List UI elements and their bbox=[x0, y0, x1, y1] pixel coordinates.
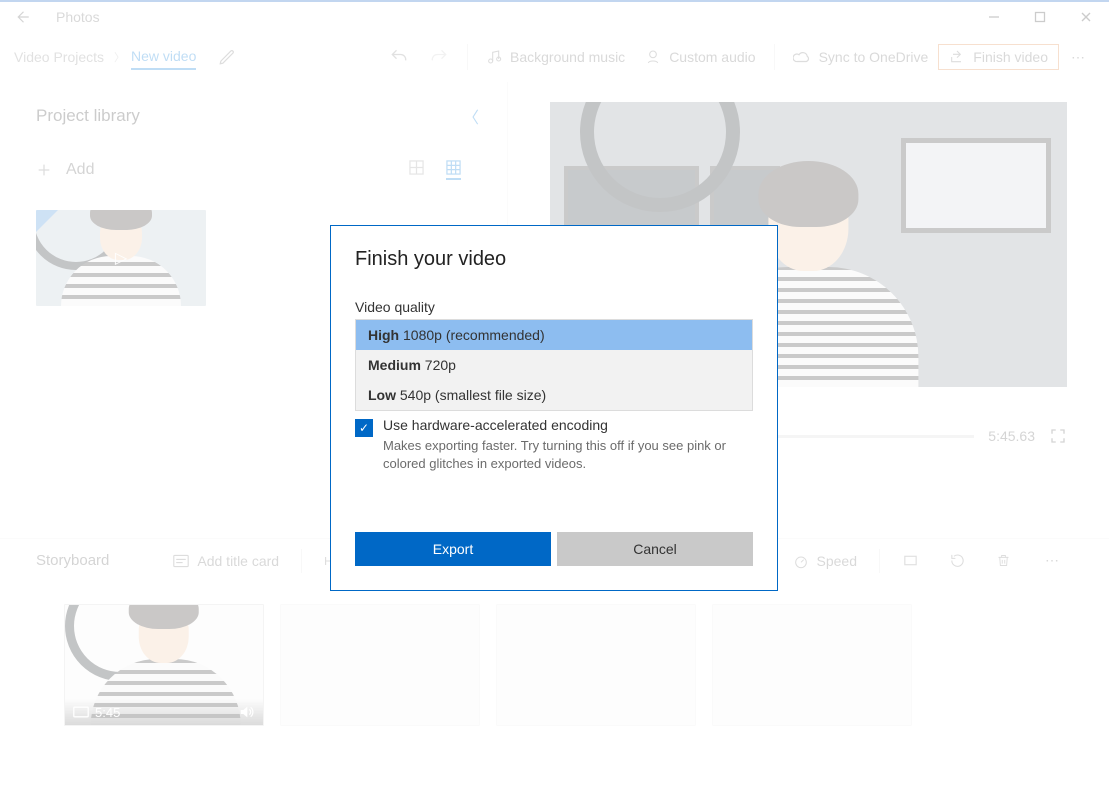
cancel-button[interactable]: Cancel bbox=[557, 532, 753, 566]
export-button[interactable]: Export bbox=[355, 532, 551, 566]
quality-option-low[interactable]: Low 540p (smallest file size) bbox=[356, 380, 752, 410]
quality-option-high[interactable]: High 1080p (recommended) bbox=[356, 320, 752, 350]
video-quality-dropdown[interactable]: High 1080p (recommended) Medium 720p Low… bbox=[355, 319, 753, 411]
video-quality-label: Video quality bbox=[355, 299, 753, 315]
finish-video-dialog: Finish your video Video quality High 108… bbox=[330, 225, 778, 591]
quality-option-medium[interactable]: Medium 720p bbox=[356, 350, 752, 380]
hardware-encoding-description: Makes exporting faster. Try turning this… bbox=[383, 437, 733, 472]
hardware-encoding-checkbox[interactable]: ✓ bbox=[355, 419, 373, 437]
dialog-title: Finish your video bbox=[355, 248, 753, 271]
hardware-encoding-label: Use hardware-accelerated encoding bbox=[383, 417, 733, 433]
